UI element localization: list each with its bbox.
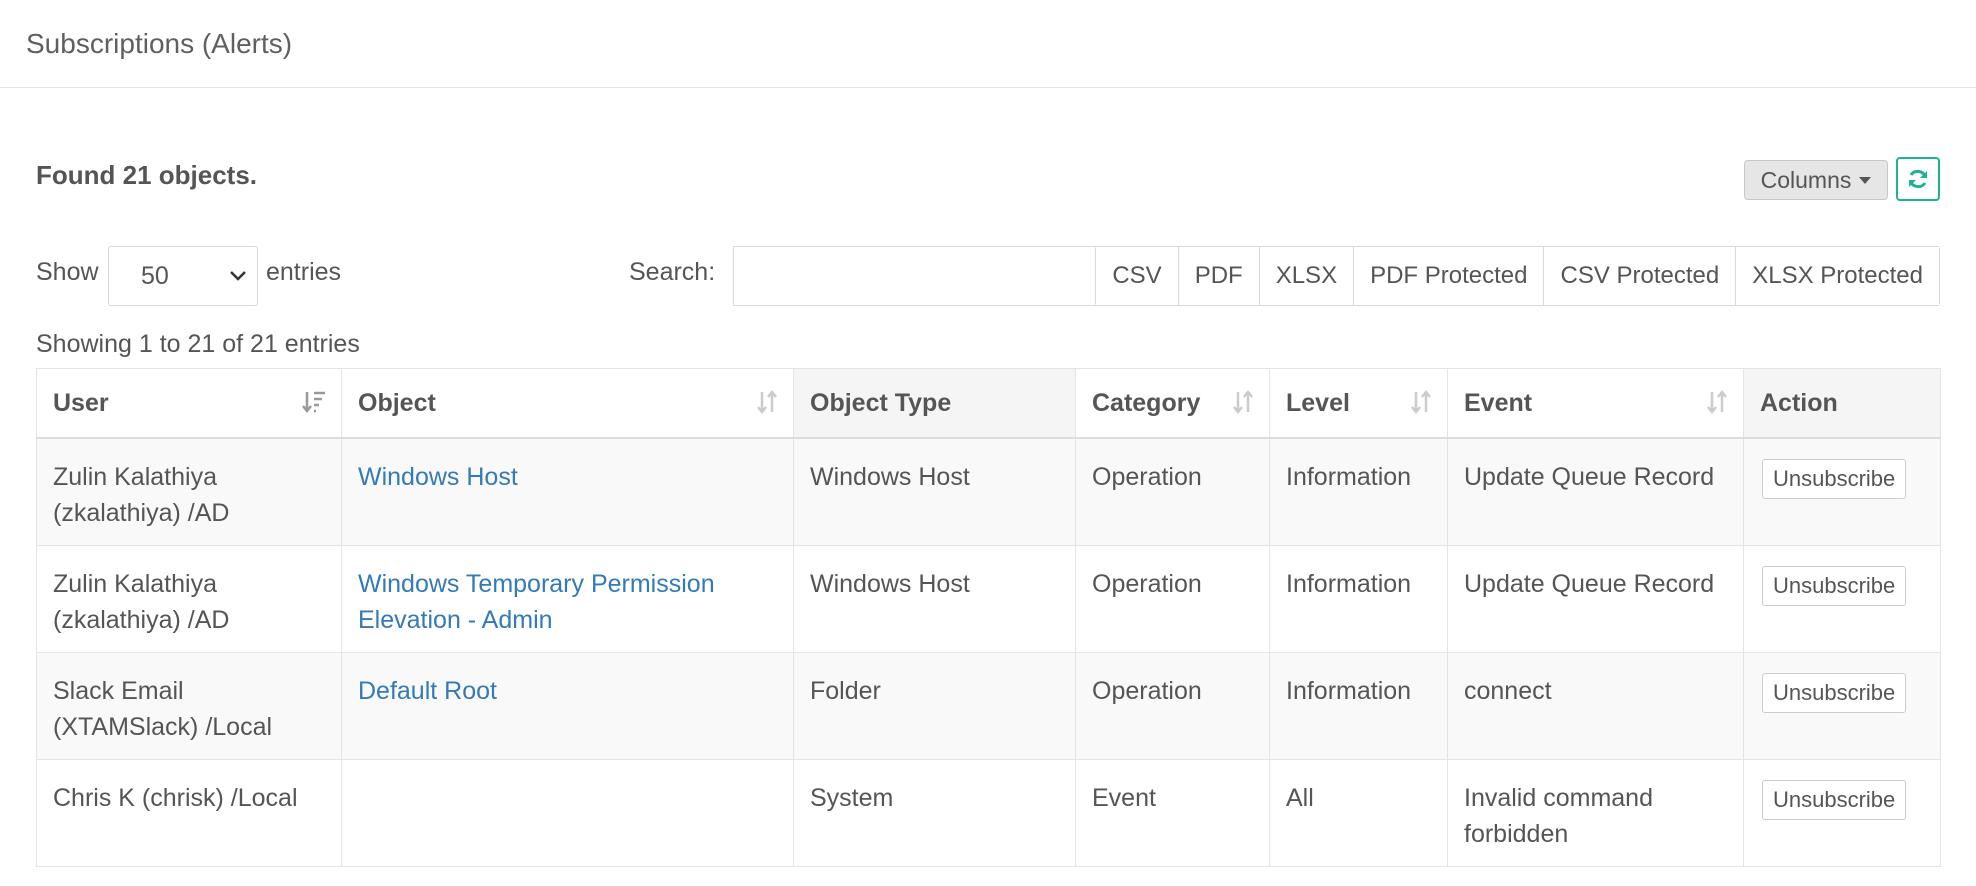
table-row: Chris K (chrisk) /Local System Event All… [36, 759, 1941, 867]
summary-row: Found 21 objects. Columns [36, 88, 1940, 238]
sort-ascending-icon [302, 391, 325, 414]
cell-object-type: System [793, 759, 1076, 867]
cell-object [341, 759, 794, 867]
column-header-object-type: Object Type [793, 368, 1076, 439]
cell-user: Zulin Kalathiya (zkalathiya) /AD [36, 437, 342, 546]
cell-level: Information [1269, 545, 1448, 653]
unsubscribe-button[interactable]: Unsubscribe [1762, 566, 1907, 606]
cell-object: Windows Temporary Permission Elevation -… [341, 545, 794, 653]
export-xlsx-button[interactable]: XLSX [1259, 247, 1355, 305]
cell-object-type: Windows Host [793, 545, 1076, 653]
export-pdf-protected-button[interactable]: PDF Protected [1354, 247, 1545, 305]
object-link[interactable]: Windows Host [358, 463, 518, 491]
export-button-group: CSV PDF XLSX PDF Protected CSV Protected… [1095, 246, 1940, 306]
column-header-label: Object [358, 388, 436, 417]
cell-level: Information [1269, 652, 1448, 760]
refresh-icon [1909, 169, 1927, 189]
table-header-row: User Object Object Type Category Level E… [36, 368, 1941, 439]
search-input[interactable] [733, 246, 1125, 306]
export-csv-protected-button[interactable]: CSV Protected [1544, 247, 1737, 305]
column-header-category[interactable]: Category [1075, 368, 1270, 439]
cell-user: Slack Email (XTAMSlack) /Local [36, 652, 342, 760]
cell-object-type: Folder [793, 652, 1076, 760]
column-header-object[interactable]: Object [341, 368, 794, 439]
sort-icon [1233, 389, 1253, 415]
caret-down-icon [1859, 176, 1872, 184]
column-header-action: Action [1743, 368, 1941, 439]
column-header-label: Object Type [810, 388, 952, 417]
column-header-event[interactable]: Event [1447, 368, 1744, 439]
cell-event: Update Queue Record [1447, 437, 1744, 546]
cell-object: Default Root [341, 652, 794, 760]
cell-object-type: Windows Host [793, 437, 1076, 546]
sort-icon [1707, 389, 1727, 415]
cell-user: Chris K (chrisk) /Local [36, 759, 342, 867]
table-row: Zulin Kalathiya (zkalathiya) /AD Windows… [36, 545, 1941, 653]
object-link[interactable]: Default Root [358, 677, 497, 705]
cell-category: Operation [1075, 545, 1270, 653]
entries-select-value: 50 [141, 261, 169, 290]
found-count-text: Found 21 objects. [36, 160, 258, 190]
sort-icon [1411, 389, 1431, 415]
cell-action: Unsubscribe [1743, 652, 1941, 760]
cell-action: Unsubscribe [1743, 437, 1941, 546]
export-csv-button[interactable]: CSV [1096, 247, 1179, 305]
sort-icon [757, 389, 777, 415]
page-title: Subscriptions (Alerts) [26, 27, 293, 59]
subscriptions-table: User Object Object Type Category Level E… [36, 368, 1941, 867]
unsubscribe-button[interactable]: Unsubscribe [1762, 673, 1907, 713]
column-header-level[interactable]: Level [1269, 368, 1448, 439]
cell-level: Information [1269, 437, 1448, 546]
column-header-label: Action [1760, 388, 1838, 417]
export-pdf-button[interactable]: PDF [1178, 247, 1260, 305]
columns-dropdown-button[interactable]: Columns [1744, 160, 1888, 200]
unsubscribe-button[interactable]: Unsubscribe [1762, 780, 1907, 820]
cell-object: Windows Host [341, 437, 794, 546]
cell-category: Operation [1075, 437, 1270, 546]
column-header-label: User [53, 388, 109, 417]
cell-event: connect [1447, 652, 1744, 760]
cell-event: Update Queue Record [1447, 545, 1744, 653]
export-xlsx-protected-button[interactable]: XLSX Protected [1736, 247, 1939, 305]
entries-per-page-select[interactable]: 50 [108, 246, 258, 306]
cell-category: Operation [1075, 652, 1270, 760]
columns-label: Columns [1760, 166, 1852, 193]
entries-label: entries [266, 258, 342, 286]
page-header: Subscriptions (Alerts) [0, 0, 1976, 88]
column-header-user[interactable]: User [36, 368, 342, 439]
column-header-label: Level [1286, 388, 1350, 417]
table-info-text: Showing 1 to 21 of 21 entries [36, 330, 360, 358]
cell-category: Event [1075, 759, 1270, 867]
search-label: Search: [629, 258, 716, 286]
cell-user: Zulin Kalathiya (zkalathiya) /AD [36, 545, 342, 653]
cell-action: Unsubscribe [1743, 545, 1941, 653]
cell-event: Invalid command forbidden [1447, 759, 1744, 867]
chevron-down-icon [230, 271, 246, 281]
table-row: Zulin Kalathiya (zkalathiya) /AD Windows… [36, 437, 1941, 546]
cell-level: All [1269, 759, 1448, 867]
unsubscribe-button[interactable]: Unsubscribe [1762, 459, 1907, 499]
main-content: Found 21 objects. Columns Show 50 entrie… [0, 88, 1976, 867]
cell-action: Unsubscribe [1743, 759, 1941, 867]
object-link[interactable]: Windows Temporary Permission Elevation -… [358, 570, 715, 634]
column-header-label: Event [1464, 388, 1533, 417]
table-row: Slack Email (XTAMSlack) /Local Default R… [36, 652, 1941, 760]
show-label: Show [36, 258, 99, 286]
refresh-button[interactable] [1896, 157, 1940, 201]
column-header-label: Category [1092, 388, 1201, 417]
table-controls: Show 50 entries Search: CSV PDF XLSX PDF… [36, 238, 1940, 320]
